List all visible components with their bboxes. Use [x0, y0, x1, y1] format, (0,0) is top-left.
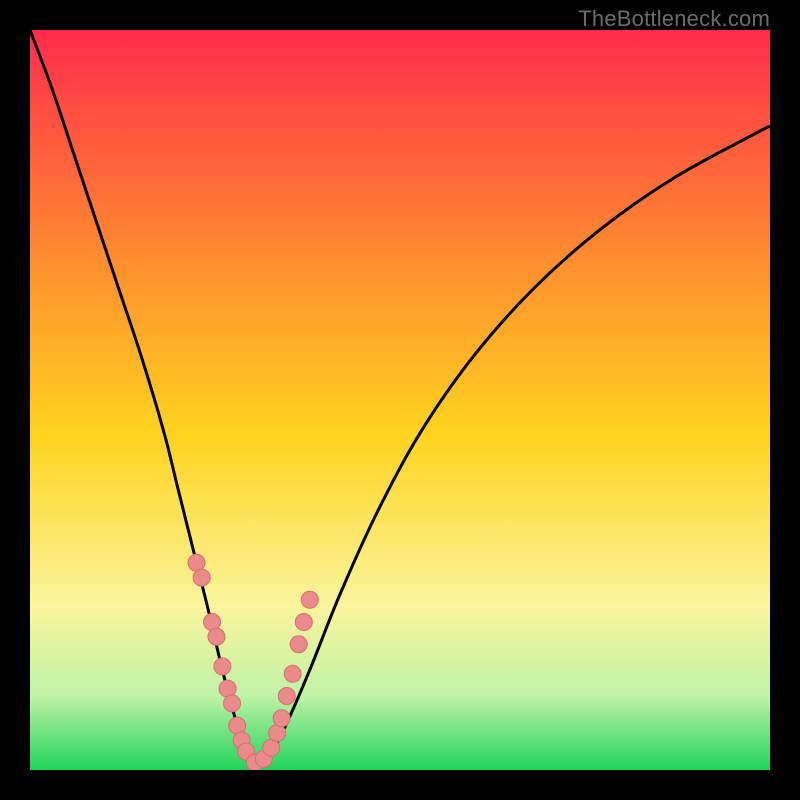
- marker-point: [193, 569, 210, 586]
- marker-point: [301, 591, 318, 608]
- marker-point: [290, 636, 307, 653]
- marker-point: [284, 665, 301, 682]
- bottleneck-curve: [30, 30, 770, 766]
- marker-point: [273, 710, 290, 727]
- marker-point: [214, 658, 231, 675]
- marker-point: [208, 628, 225, 645]
- plot-area: [30, 30, 770, 770]
- attribution-text: TheBottleneck.com: [578, 6, 770, 32]
- marker-point: [295, 614, 312, 631]
- highlighted-points-group: [188, 554, 318, 770]
- curve-layer: [30, 30, 770, 770]
- chart-frame: TheBottleneck.com: [0, 0, 800, 800]
- marker-point: [224, 695, 241, 712]
- marker-point: [278, 688, 295, 705]
